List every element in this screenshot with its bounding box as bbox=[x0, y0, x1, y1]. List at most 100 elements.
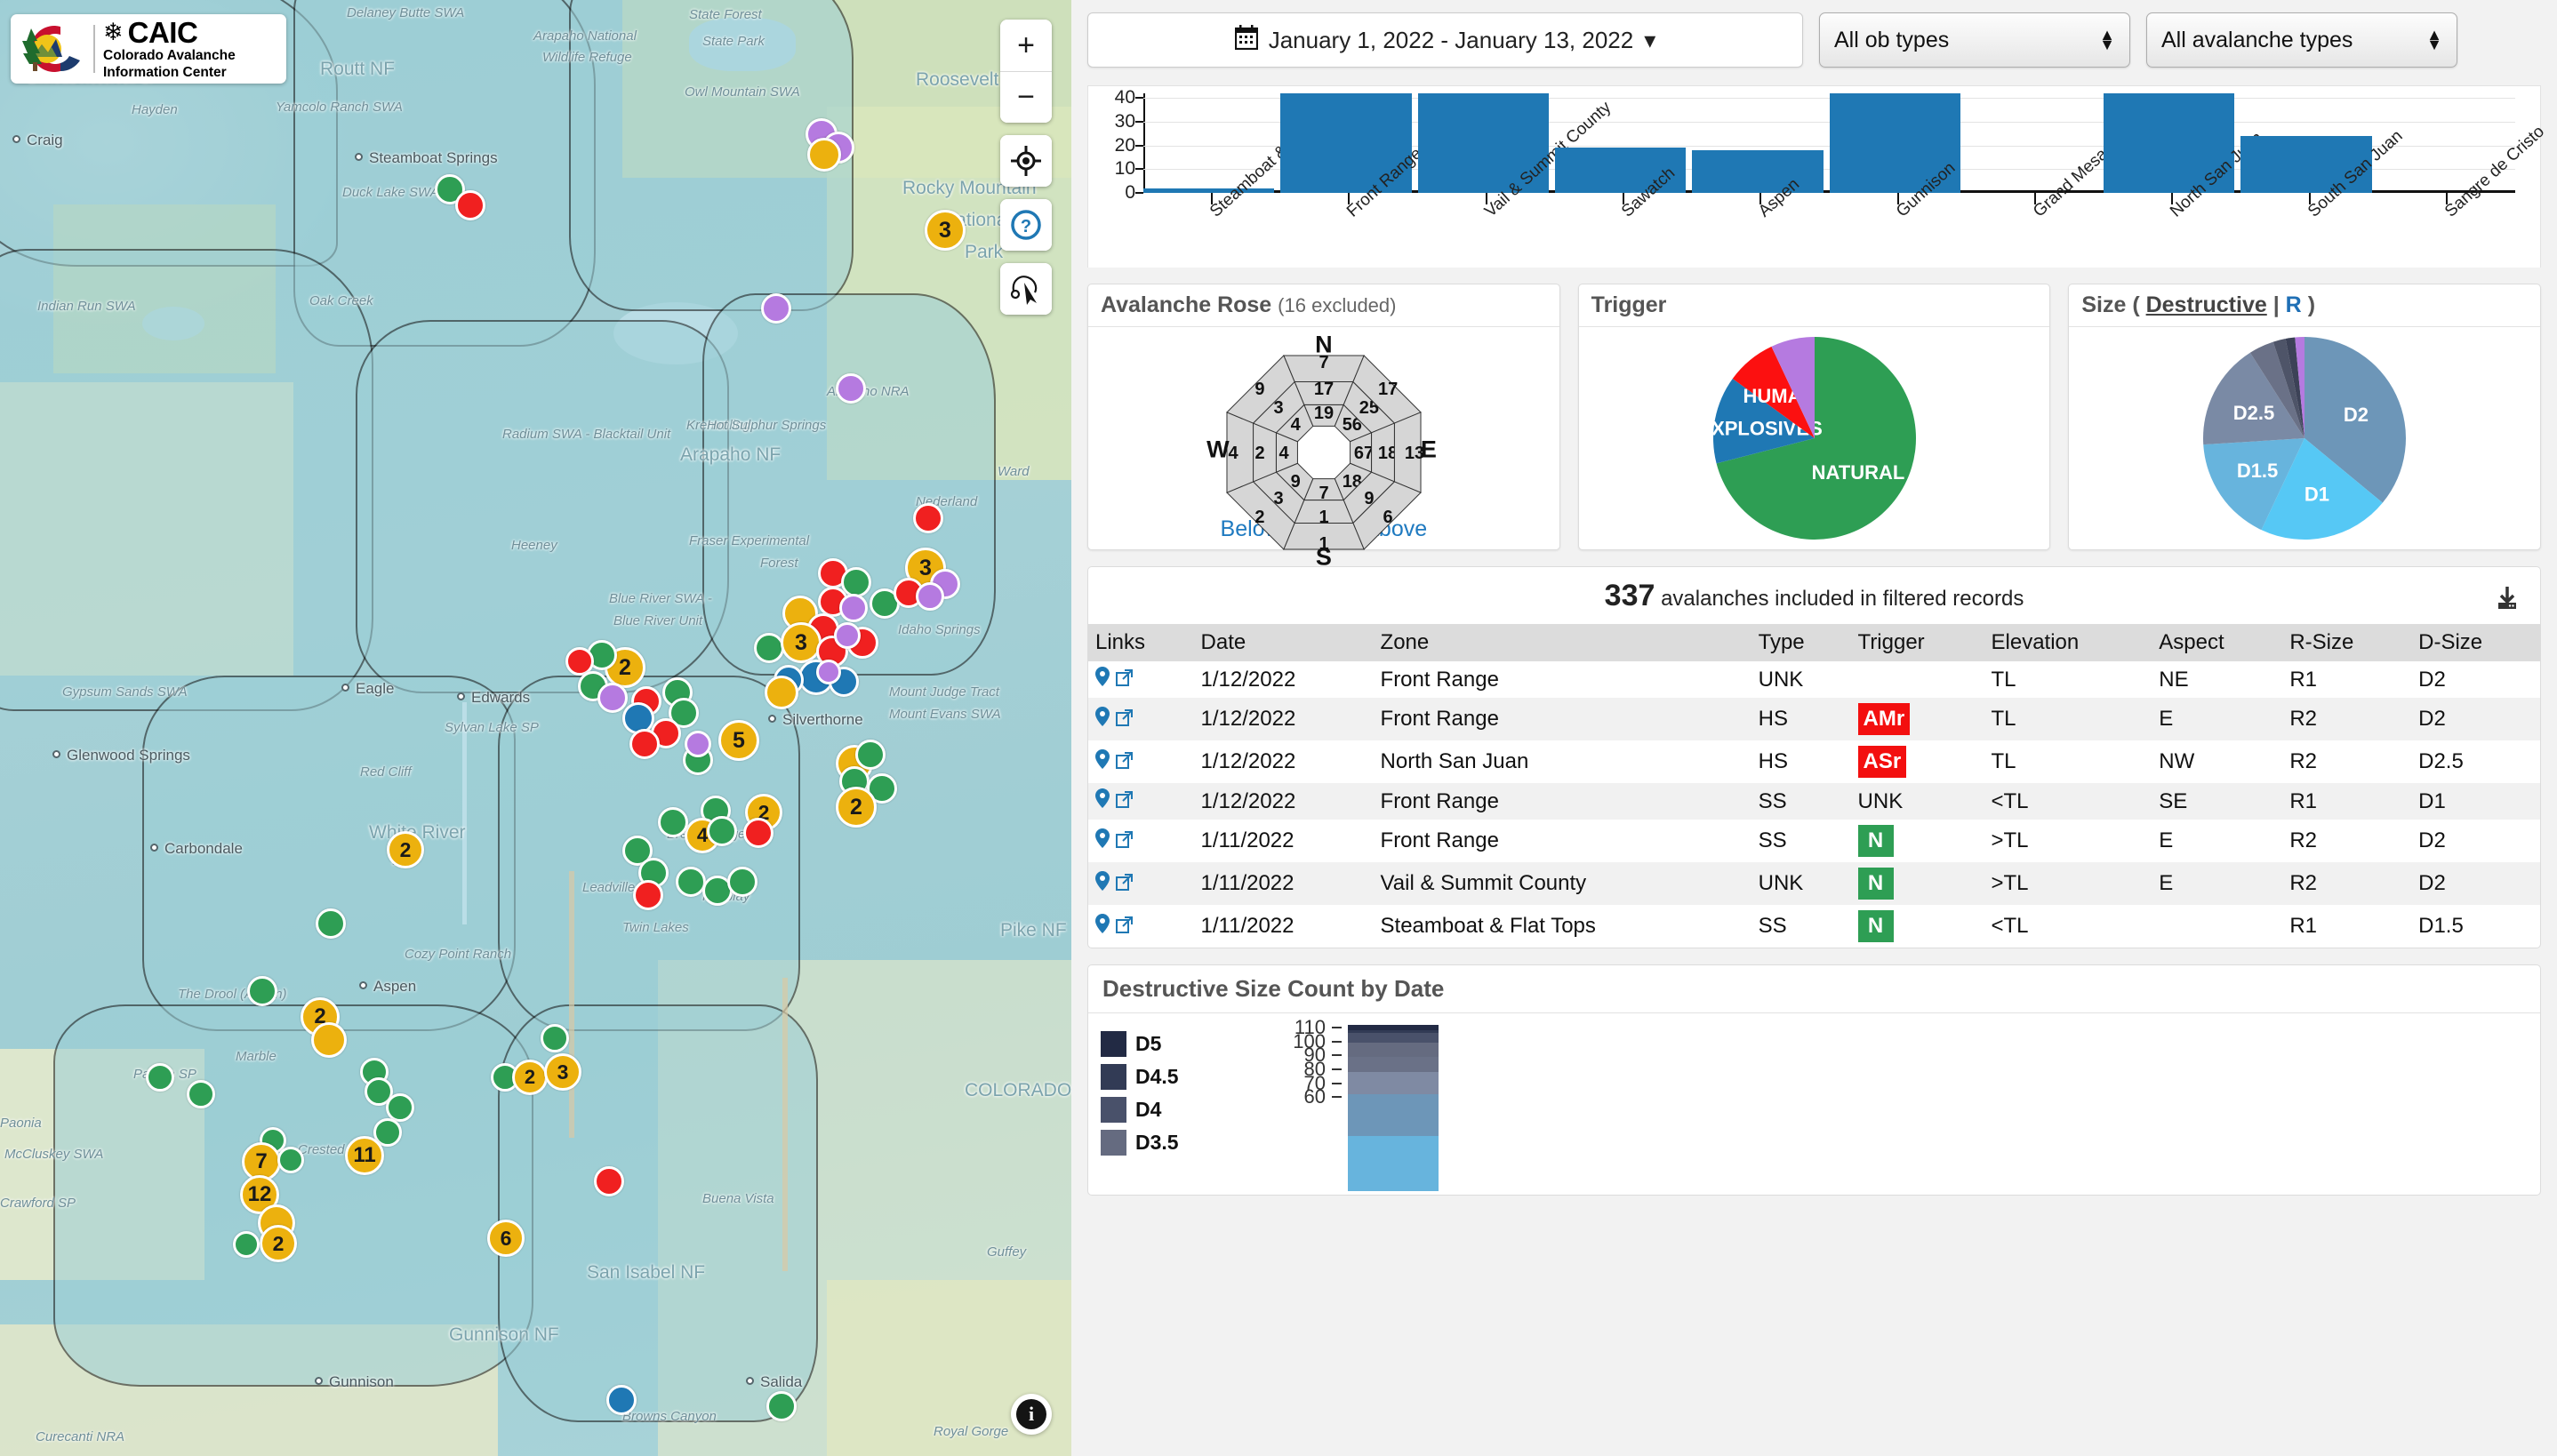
table-row[interactable]: 1/11/2022 Front Range SS N >TL E R2 D2 bbox=[1088, 820, 2540, 862]
table-row[interactable]: 1/12/2022 North San Juan HS ASr TL NW R2 D2.5 bbox=[1088, 740, 2540, 783]
help-icon[interactable]: ? bbox=[1000, 199, 1052, 251]
pin-icon[interactable] bbox=[1095, 870, 1110, 895]
map-avalanche-marker[interactable] bbox=[146, 1063, 174, 1092]
size-r-link[interactable]: R bbox=[2286, 292, 2302, 317]
map-avalanche-marker[interactable] bbox=[916, 582, 944, 611]
external-link-icon[interactable] bbox=[1115, 916, 1133, 938]
table-column-header[interactable]: Type bbox=[1751, 624, 1851, 661]
map-avalanche-marker[interactable] bbox=[676, 867, 706, 897]
zone-bar-chart[interactable]: 0 10 20 30 40 Steamboat & Flat Tops Front Rang… bbox=[1087, 85, 2548, 268]
table-column-header[interactable]: Trigger bbox=[1850, 624, 1984, 661]
pin-icon[interactable] bbox=[1095, 788, 1110, 812]
table-column-header[interactable]: Links bbox=[1088, 624, 1194, 661]
map-zone-gunnison[interactable] bbox=[53, 1004, 533, 1387]
trigger-pie-chart[interactable]: NATURAL EXPLOSIVES HUMAN bbox=[1579, 327, 2050, 549]
map-avalanche-marker[interactable] bbox=[913, 503, 943, 533]
map-avalanche-marker[interactable] bbox=[277, 1147, 304, 1173]
external-link-icon[interactable] bbox=[1115, 830, 1133, 852]
stacked-bar-column[interactable] bbox=[1348, 1025, 1439, 1191]
map-avalanche-marker[interactable] bbox=[386, 1093, 414, 1122]
caic-logo[interactable]: ❄ CAIC Colorado Avalanche Information Ce… bbox=[11, 14, 286, 84]
map-cluster-marker[interactable]: 2 bbox=[260, 1225, 297, 1262]
pointer-icon[interactable] bbox=[1000, 263, 1052, 315]
external-link-icon[interactable] bbox=[1115, 751, 1133, 773]
table-cell-links[interactable] bbox=[1088, 740, 1194, 783]
map-avalanche-marker[interactable] bbox=[187, 1080, 215, 1108]
map-cluster-marker[interactable]: 2 bbox=[387, 831, 424, 868]
pin-icon[interactable] bbox=[1095, 913, 1110, 938]
map-avalanche-marker[interactable] bbox=[629, 729, 660, 759]
stacked-bar-segment[interactable] bbox=[1348, 1056, 1439, 1073]
chart-bar[interactable] bbox=[1692, 150, 1824, 193]
draw-control-group[interactable] bbox=[1000, 263, 1052, 315]
map-cluster-marker[interactable]: 3 bbox=[781, 622, 822, 663]
table-cell-links[interactable] bbox=[1088, 698, 1194, 740]
rose-diagram[interactable]: 19 56 67 18 7 9 4 4 17 25 18 9 1 3 2 3 7 17 13 6 1 2 4 9 N E S W bbox=[1088, 327, 1559, 571]
size-chart-body[interactable]: D2 D1 D1.5 D2.5 bbox=[2069, 327, 2540, 549]
map-avalanche-marker[interactable] bbox=[233, 1231, 260, 1258]
map-avalanche-marker[interactable] bbox=[754, 633, 784, 663]
locate-control-group[interactable] bbox=[1000, 135, 1052, 187]
locate-icon[interactable] bbox=[1000, 135, 1052, 187]
table-cell-links[interactable] bbox=[1088, 820, 1194, 862]
rose-svg[interactable]: 195667187944172518913237171361249 bbox=[1213, 341, 1435, 564]
map-cluster-marker[interactable]: 2 bbox=[836, 787, 877, 828]
table-row[interactable]: 1/12/2022 Front Range SS UNK <TL SE R1 D1 bbox=[1088, 783, 2540, 820]
table-row[interactable]: 1/11/2022 Vail & Summit County UNK N >TL E R2 D… bbox=[1088, 862, 2540, 905]
legend-item[interactable]: D4.5 bbox=[1101, 1064, 1179, 1090]
map-avalanche-marker[interactable] bbox=[855, 740, 886, 770]
map-avalanche-marker[interactable] bbox=[743, 818, 774, 848]
map-cluster-marker[interactable]: 6 bbox=[487, 1220, 525, 1257]
pin-icon[interactable] bbox=[1095, 667, 1110, 691]
map-avalanche-marker[interactable] bbox=[807, 138, 841, 172]
map-avalanche-marker[interactable] bbox=[707, 816, 737, 846]
map-avalanche-marker[interactable] bbox=[727, 867, 757, 897]
external-link-icon[interactable] bbox=[1115, 668, 1133, 691]
help-control-group[interactable]: ? bbox=[1000, 199, 1052, 251]
avalanche-records-table[interactable]: Links Date Zone Type Trigger Elevation Aspect R… bbox=[1088, 624, 2540, 948]
legend-item[interactable]: D5 bbox=[1101, 1031, 1161, 1057]
table-row[interactable]: 1/11/2022 Steamboat & Flat Tops SS N <TL R1 D1… bbox=[1088, 905, 2540, 948]
trigger-chart-body[interactable]: NATURAL EXPLOSIVES HUMAN bbox=[1579, 327, 2050, 549]
map-avalanche-marker[interactable] bbox=[594, 1166, 624, 1196]
table-column-header[interactable]: Date bbox=[1193, 624, 1374, 661]
map-info-button[interactable]: i bbox=[1011, 1394, 1052, 1435]
map-avalanche-marker[interactable] bbox=[606, 1385, 637, 1415]
table-cell-links[interactable] bbox=[1088, 661, 1194, 698]
map-cluster-marker[interactable]: 2 bbox=[512, 1060, 548, 1095]
table-row[interactable]: 1/12/2022 Front Range UNK TL NE R1 D2 bbox=[1088, 661, 2540, 698]
table-cell-links[interactable] bbox=[1088, 862, 1194, 905]
map-avalanche-marker[interactable] bbox=[685, 731, 711, 757]
map-avalanche-marker[interactable] bbox=[834, 622, 861, 649]
map-zone-vail[interactable] bbox=[356, 320, 729, 693]
map-avalanche-marker[interactable] bbox=[633, 880, 663, 910]
map-avalanche-marker[interactable] bbox=[247, 976, 277, 1006]
pie-svg[interactable]: NATURALEXPLOSIVESHUMAN bbox=[1711, 334, 1919, 542]
map-avalanche-marker[interactable] bbox=[766, 1391, 797, 1421]
pin-icon[interactable] bbox=[1095, 706, 1110, 731]
stacked-bar-segment[interactable] bbox=[1348, 1033, 1439, 1044]
date-range-picker[interactable]: January 1, 2022 - January 13, 2022 ▾ bbox=[1087, 12, 1803, 68]
external-link-icon[interactable] bbox=[1115, 873, 1133, 895]
table-column-header[interactable]: R-Size bbox=[2282, 624, 2412, 661]
download-icon[interactable] bbox=[2494, 585, 2521, 618]
table-column-header[interactable]: D-Size bbox=[2411, 624, 2540, 661]
map-cluster-marker[interactable]: 3 bbox=[544, 1053, 581, 1091]
map-cluster-marker[interactable]: 3 bbox=[925, 210, 966, 251]
external-link-icon[interactable] bbox=[1115, 708, 1133, 731]
ob-type-select[interactable]: All ob types ▲ ▼ bbox=[1819, 12, 2130, 68]
pin-icon[interactable] bbox=[1095, 748, 1110, 773]
map-avalanche-marker[interactable] bbox=[839, 594, 868, 622]
table-row[interactable]: 1/12/2022 Front Range HS AMr TL E R2 D2 bbox=[1088, 698, 2540, 740]
zoom-in-button[interactable]: + bbox=[1000, 20, 1052, 71]
table-column-header[interactable]: Zone bbox=[1373, 624, 1751, 661]
map-avalanche-marker[interactable] bbox=[765, 676, 798, 709]
map-avalanche-marker[interactable] bbox=[761, 293, 791, 324]
zoom-control-group[interactable]: + − bbox=[1000, 20, 1052, 123]
table-column-header[interactable]: Aspect bbox=[2152, 624, 2283, 661]
map-zone-aspen[interactable] bbox=[142, 676, 516, 1031]
legend-item[interactable]: D3.5 bbox=[1101, 1130, 1179, 1156]
avalanche-rose-body[interactable]: 19 56 67 18 7 9 4 4 17 25 18 9 1 3 2 3 7 17 13 6 1 2 4 9 N E S W bbox=[1088, 327, 1559, 571]
zoom-out-button[interactable]: − bbox=[1000, 71, 1052, 123]
external-link-icon[interactable] bbox=[1115, 790, 1133, 812]
